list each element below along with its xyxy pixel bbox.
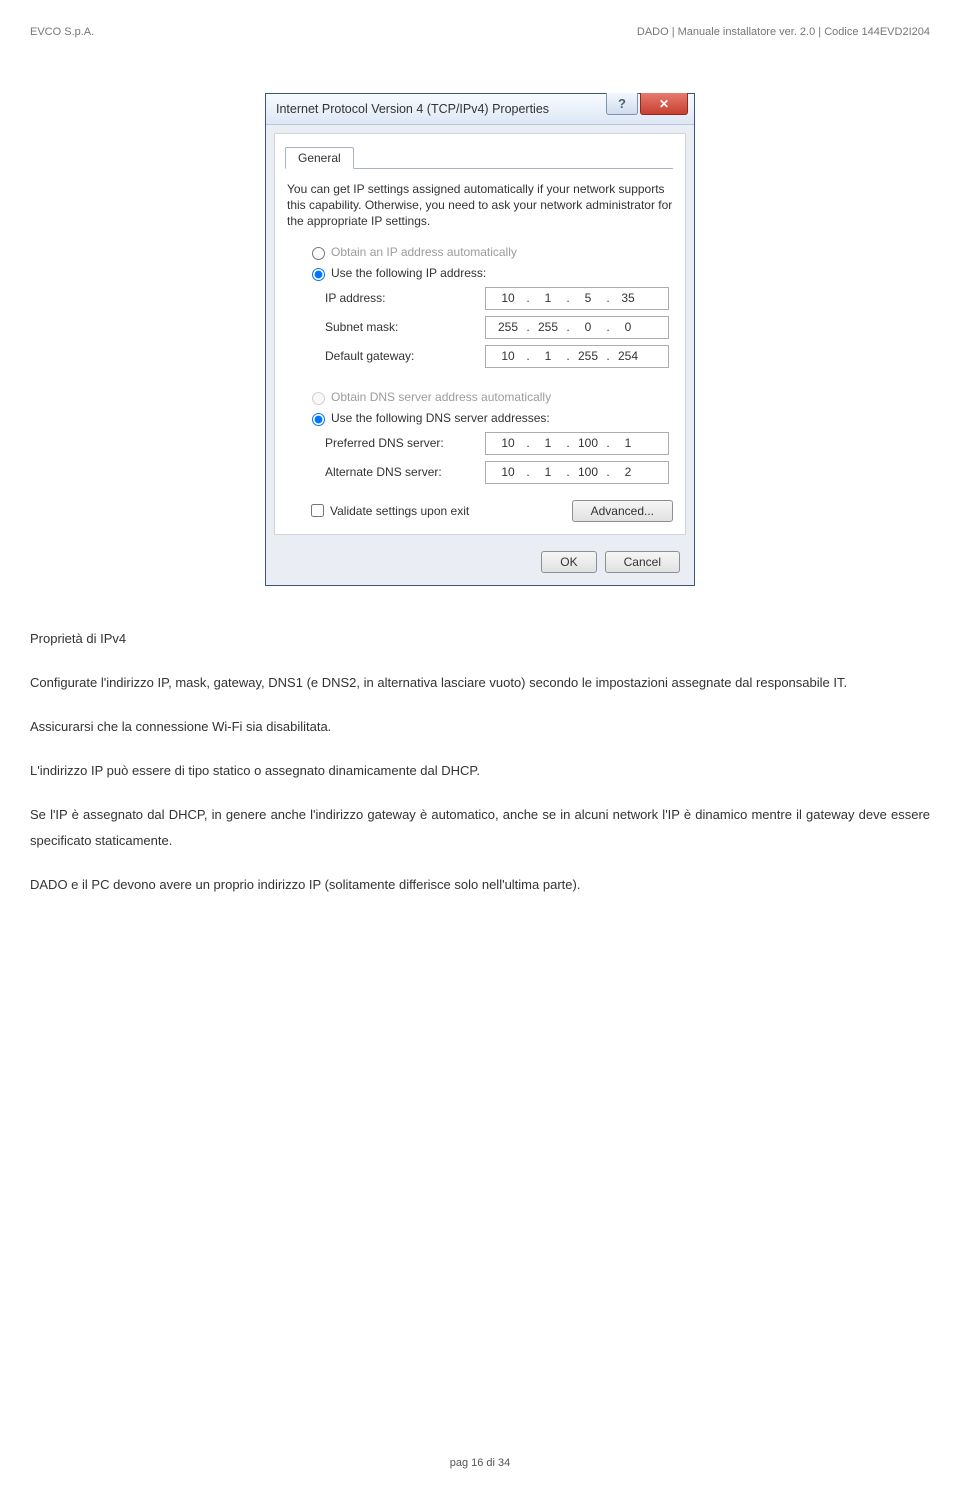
preferred-dns-input[interactable]: 10. 1. 100. 1 (485, 432, 669, 455)
ip-address-row: IP address: 10. 1. 5. 35 (325, 287, 673, 310)
default-gateway-input[interactable]: 10. 1. 255. 254 (485, 345, 669, 368)
question-icon: ? (618, 96, 626, 111)
paragraph-4: L'indirizzo IP può essere di tipo static… (30, 758, 930, 784)
radio-ip-auto-input[interactable] (312, 247, 325, 260)
subnet-mask-input[interactable]: 255. 255. 0. 0 (485, 316, 669, 339)
ok-button[interactable]: OK (541, 551, 596, 573)
preferred-dns-label: Preferred DNS server: (325, 436, 485, 450)
radio-ip-auto[interactable]: Obtain an IP address automatically (307, 244, 673, 260)
help-button[interactable]: ? (606, 93, 638, 115)
page-header: EVCO S.p.A. DADO | Manuale installatore … (30, 26, 930, 38)
subnet-mask-row: Subnet mask: 255. 255. 0. 0 (325, 316, 673, 339)
radio-dns-manual[interactable]: Use the following DNS server addresses: (307, 410, 673, 426)
close-button[interactable]: ✕ (640, 93, 688, 115)
radio-dns-auto: Obtain DNS server address automatically (307, 389, 673, 405)
validate-settings-row[interactable]: Validate settings upon exit (307, 501, 469, 520)
radio-dns-manual-input[interactable] (312, 413, 325, 426)
header-right: DADO | Manuale installatore ver. 2.0 | C… (637, 26, 930, 38)
subnet-mask-label: Subnet mask: (325, 320, 485, 334)
radio-dns-manual-label: Use the following DNS server addresses: (331, 411, 550, 425)
default-gateway-row: Default gateway: 10. 1. 255. 254 (325, 345, 673, 368)
alternate-dns-input[interactable]: 10. 1. 100. 2 (485, 461, 669, 484)
radio-ip-manual[interactable]: Use the following IP address: (307, 265, 673, 281)
radio-ip-manual-label: Use the following IP address: (331, 266, 486, 280)
close-icon: ✕ (659, 98, 669, 110)
paragraph-1: Proprietà di IPv4 (30, 626, 930, 652)
validate-label: Validate settings upon exit (330, 504, 469, 518)
paragraph-5: Se l'IP è assegnato dal DHCP, in genere … (30, 802, 930, 854)
ip-address-input[interactable]: 10. 1. 5. 35 (485, 287, 669, 310)
paragraph-2: Configurate l'indirizzo IP, mask, gatewa… (30, 670, 930, 696)
ipv4-properties-dialog: Internet Protocol Version 4 (TCP/IPv4) P… (265, 93, 695, 586)
cancel-button[interactable]: Cancel (605, 551, 680, 573)
header-left: EVCO S.p.A. (30, 26, 94, 38)
page-footer: pag 16 di 34 (0, 1457, 960, 1469)
radio-dns-auto-label: Obtain DNS server address automatically (331, 390, 551, 404)
alternate-dns-label: Alternate DNS server: (325, 465, 485, 479)
dialog-info-text: You can get IP settings assigned automat… (287, 181, 673, 230)
preferred-dns-row: Preferred DNS server: 10. 1. 100. 1 (325, 432, 673, 455)
validate-checkbox[interactable] (311, 504, 324, 517)
document-body-text: Proprietà di IPv4 Configurate l'indirizz… (30, 626, 930, 898)
tab-general[interactable]: General (285, 147, 354, 169)
radio-ip-auto-label: Obtain an IP address automatically (331, 245, 517, 259)
alternate-dns-row: Alternate DNS server: 10. 1. 100. 2 (325, 461, 673, 484)
dialog-titlebar: Internet Protocol Version 4 (TCP/IPv4) P… (266, 94, 694, 125)
radio-ip-manual-input[interactable] (312, 268, 325, 281)
default-gateway-label: Default gateway: (325, 349, 485, 363)
advanced-button[interactable]: Advanced... (572, 500, 673, 522)
paragraph-3: Assicurarsi che la connessione Wi-Fi sia… (30, 714, 930, 740)
radio-dns-auto-input (312, 392, 325, 405)
paragraph-6: DADO e il PC devono avere un proprio ind… (30, 872, 930, 898)
dialog-title: Internet Protocol Version 4 (TCP/IPv4) P… (276, 102, 549, 116)
ip-address-label: IP address: (325, 291, 485, 305)
